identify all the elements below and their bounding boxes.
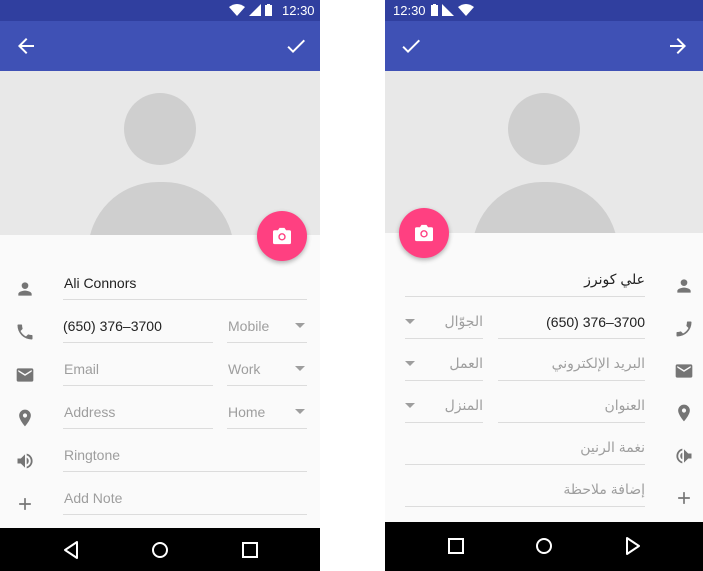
system-nav-bar xyxy=(0,528,320,571)
email-placeholder: البريد الإلكتروني xyxy=(551,355,645,371)
avatar-head xyxy=(508,93,580,165)
chevron-down-icon xyxy=(405,403,415,408)
email-icon xyxy=(675,364,693,378)
address-placeholder: العنوان xyxy=(604,397,645,413)
phone-screen-ltr: 12:30 Ali Connors (650) 376–3700 Mobile … xyxy=(0,0,320,571)
back-arrow-icon[interactable] xyxy=(14,34,38,58)
name-value: Ali Connors xyxy=(64,275,137,291)
phone-type-value: الجوّال xyxy=(444,313,484,329)
phone-type-select[interactable]: Mobile xyxy=(227,301,307,343)
signal-icon xyxy=(442,4,454,16)
location-icon xyxy=(678,404,690,422)
status-time: 12:30 xyxy=(282,3,315,18)
phone-icon xyxy=(676,321,692,337)
address-field[interactable]: العنوان xyxy=(498,381,645,423)
battery-icon xyxy=(265,4,272,16)
chevron-down-icon xyxy=(405,361,415,366)
contact-photo-placeholder xyxy=(0,71,320,235)
phone-value: (650) 376–3700 xyxy=(63,318,162,334)
camera-button[interactable] xyxy=(399,208,449,258)
status-icons xyxy=(229,4,272,16)
address-placeholder: Address xyxy=(64,404,116,420)
nav-home-icon[interactable] xyxy=(150,540,170,560)
ringtone-field[interactable]: نغمة الرنين xyxy=(405,423,645,465)
forward-arrow-icon[interactable] xyxy=(666,34,690,58)
email-field[interactable]: Email xyxy=(63,344,213,386)
nav-back-icon[interactable] xyxy=(62,540,82,560)
wifi-icon xyxy=(458,4,474,16)
check-icon[interactable] xyxy=(284,34,308,58)
address-type-select[interactable]: المنزل xyxy=(405,381,483,423)
note-field[interactable]: إضافة ملاحظة xyxy=(405,465,645,507)
status-bar: 12:30 xyxy=(385,0,703,21)
chevron-down-icon xyxy=(295,409,305,414)
battery-icon xyxy=(431,4,438,16)
camera-icon xyxy=(273,227,291,245)
address-type-value: المنزل xyxy=(444,397,483,413)
address-type-value: Home xyxy=(228,404,266,420)
wifi-icon xyxy=(229,4,245,16)
ringtone-placeholder: Ringtone xyxy=(64,447,121,463)
name-value: علي كونرز xyxy=(584,271,645,287)
status-time: 12:30 xyxy=(393,3,426,18)
nav-recents-icon[interactable] xyxy=(240,540,260,560)
person-icon xyxy=(677,279,691,293)
status-icons xyxy=(431,4,474,16)
name-field[interactable]: Ali Connors xyxy=(63,258,307,300)
address-field[interactable]: Address xyxy=(63,387,213,429)
phone-field[interactable]: (650) 376–3700 xyxy=(498,297,645,339)
location-icon xyxy=(19,409,31,427)
nav-home-icon[interactable] xyxy=(534,536,554,556)
avatar-body xyxy=(88,182,234,235)
volume-icon xyxy=(676,448,692,464)
chevron-down-icon xyxy=(295,366,305,371)
email-type-value: العمل xyxy=(449,355,483,371)
phone-field[interactable]: (650) 376–3700 xyxy=(63,301,213,343)
chevron-down-icon xyxy=(295,323,305,328)
email-type-select[interactable]: العمل xyxy=(405,339,483,381)
app-bar xyxy=(0,21,320,71)
phone-type-select[interactable]: الجوّال xyxy=(405,297,483,339)
avatar-head xyxy=(124,93,196,165)
nav-forward-icon[interactable] xyxy=(622,536,642,556)
signal-icon xyxy=(249,4,261,16)
chevron-down-icon xyxy=(405,319,415,324)
phone-value: (650) 376–3700 xyxy=(546,314,645,330)
name-field[interactable]: علي كونرز xyxy=(405,255,645,297)
note-placeholder: إضافة ملاحظة xyxy=(563,481,645,497)
note-placeholder: Add Note xyxy=(64,490,123,506)
email-field[interactable]: البريد الإلكتروني xyxy=(498,339,645,381)
system-nav-bar xyxy=(385,522,703,571)
status-bar: 12:30 xyxy=(0,0,320,21)
nav-recents-icon[interactable] xyxy=(446,536,466,556)
phone-icon xyxy=(17,324,33,340)
email-type-value: Work xyxy=(228,361,261,377)
email-icon xyxy=(16,368,34,382)
avatar-body xyxy=(472,182,618,233)
camera-icon xyxy=(415,224,433,242)
plus-icon[interactable] xyxy=(15,494,35,514)
volume-icon xyxy=(17,453,33,469)
app-bar xyxy=(385,21,703,71)
phone-type-value: Mobile xyxy=(228,318,270,334)
ringtone-placeholder: نغمة الرنين xyxy=(580,439,645,455)
person-icon xyxy=(18,282,32,296)
phone-screen-rtl: 12:30 علي كونرز (650) 376–3700 الجوّال ا… xyxy=(385,0,703,571)
address-type-select[interactable]: Home xyxy=(227,387,307,429)
email-type-select[interactable]: Work xyxy=(227,344,307,386)
email-placeholder: Email xyxy=(64,361,100,377)
note-field[interactable]: Add Note xyxy=(63,473,307,515)
camera-button[interactable] xyxy=(257,211,307,261)
ringtone-field[interactable]: Ringtone xyxy=(63,430,307,472)
plus-icon[interactable] xyxy=(674,488,694,508)
check-icon[interactable] xyxy=(399,34,423,58)
